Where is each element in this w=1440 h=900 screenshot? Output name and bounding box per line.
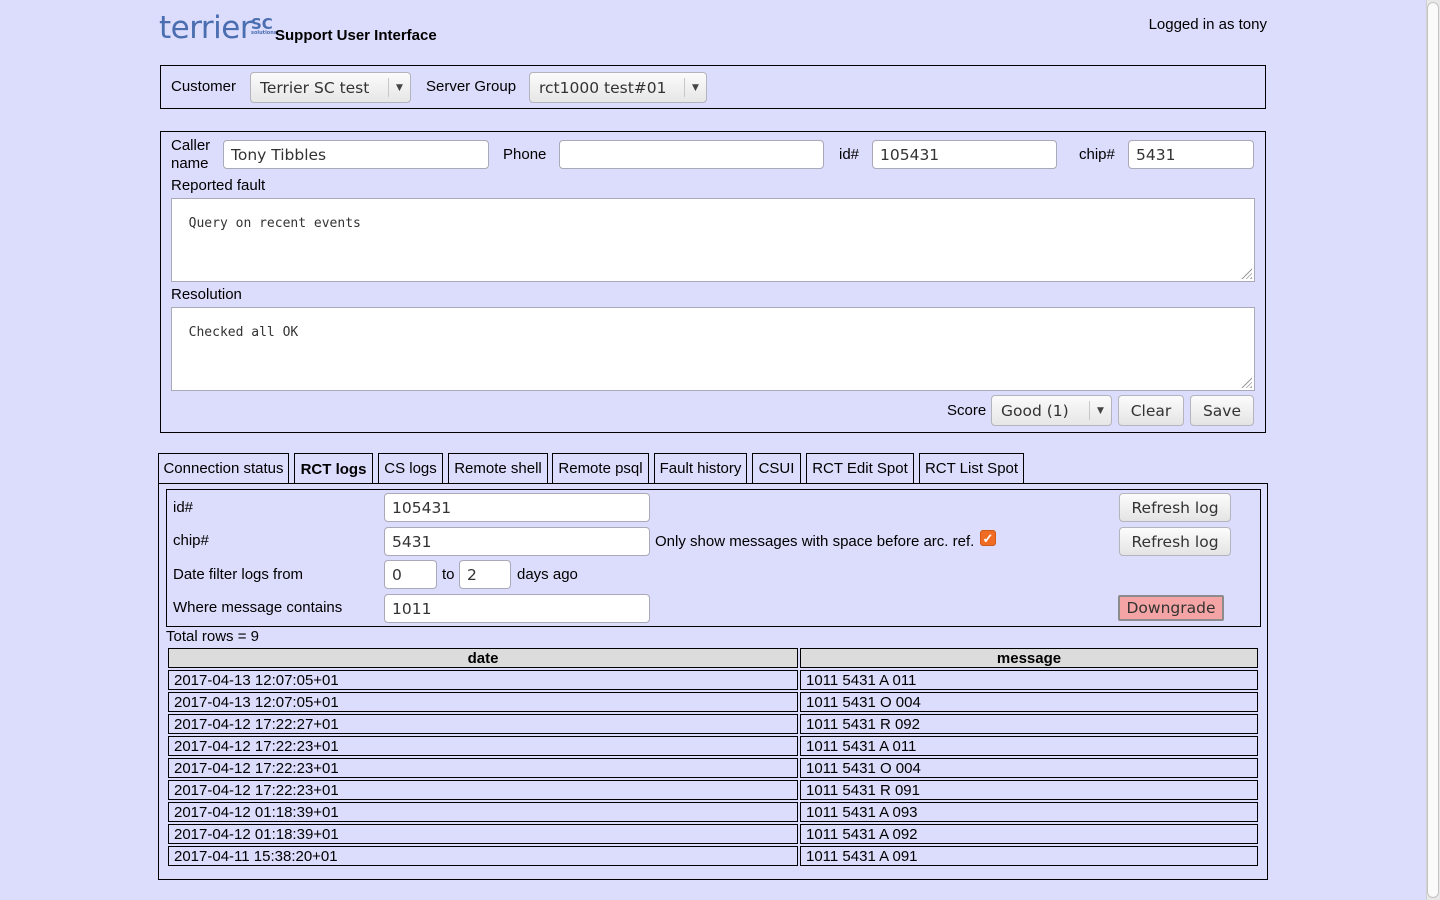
caller-name-label-line2: name (171, 155, 209, 172)
days-ago-label: days ago (517, 566, 578, 583)
only-show-label: Only show messages with space before arc… (655, 533, 975, 550)
date-filter-label: Date filter logs from (173, 566, 304, 583)
chip-label: chip# (1079, 146, 1115, 163)
cell-message: 1011 5431 O 004 (800, 692, 1258, 712)
cell-date: 2017-04-12 17:22:23+01 (168, 736, 798, 756)
score-label: Score (947, 402, 987, 419)
resize-grip-icon[interactable] (1241, 268, 1252, 279)
refresh-log-button-2[interactable]: Refresh log (1119, 527, 1231, 556)
table-row: 2017-04-13 12:07:05+01 1011 5431 A 011 (168, 670, 1258, 690)
customer-select-value: Terrier SC test (260, 78, 370, 97)
id-label: id# (839, 146, 860, 163)
log-table: date message 2017-04-13 12:07:05+01 1011 … (166, 646, 1260, 868)
app-title: Support User Interface (275, 27, 437, 44)
cell-date: 2017-04-12 17:22:23+01 (168, 758, 798, 778)
cell-message: 1011 5431 O 004 (800, 758, 1258, 778)
where-input[interactable]: 1011 (384, 594, 650, 623)
cell-date: 2017-04-13 12:07:05+01 (168, 670, 798, 690)
cell-message: 1011 5431 A 091 (800, 846, 1258, 866)
logged-in-status: Logged in as tony (1148, 16, 1267, 33)
date-from-input[interactable]: 0 (384, 560, 437, 589)
cell-message: 1011 5431 A 092 (800, 824, 1258, 844)
chevron-down-icon: ▼ (1089, 401, 1111, 420)
tab-connection-status[interactable]: Connection status (158, 453, 289, 483)
column-header-date: date (168, 648, 798, 668)
date-to-input[interactable]: 2 (459, 560, 511, 589)
score-select[interactable]: Good (1) ▼ (991, 395, 1112, 426)
caller-name-label: Caller name (171, 137, 210, 173)
id-input[interactable]: 105431 (872, 140, 1057, 169)
to-label: to (442, 566, 455, 583)
phone-input[interactable] (559, 140, 824, 169)
resize-grip-icon[interactable] (1241, 377, 1252, 388)
cell-date: 2017-04-13 12:07:05+01 (168, 692, 798, 712)
where-label: Where message contains (173, 599, 343, 616)
tab-remote-shell[interactable]: Remote shell (448, 453, 548, 483)
caller-name-input[interactable]: Tony Tibbles (223, 140, 489, 169)
table-row: 2017-04-13 12:07:05+01 1011 5431 O 004 (168, 692, 1258, 712)
log-id-label: id# (173, 499, 194, 516)
table-row: 2017-04-12 01:18:39+01 1011 5431 A 093 (168, 802, 1258, 822)
tab-fault-history[interactable]: Fault history (654, 453, 747, 483)
reported-fault-textarea[interactable]: Query on recent events (171, 198, 1255, 282)
tab-csui[interactable]: CSUI (752, 453, 801, 483)
resolution-text: Checked all OK (188, 325, 299, 340)
score-select-value: Good (1) (1001, 401, 1069, 420)
customer-label: Customer (171, 78, 237, 95)
tab-rct-edit-spot[interactable]: RCT Edit Spot (806, 453, 914, 483)
log-chip-label: chip# (173, 532, 209, 549)
server-group-select-value: rct1000 test#01 (539, 78, 667, 97)
cell-message: 1011 5431 A 011 (800, 670, 1258, 690)
log-table-header: date message (168, 648, 1258, 668)
cell-date: 2017-04-12 01:18:39+01 (168, 824, 798, 844)
reported-fault-label: Reported fault (171, 177, 266, 194)
table-row: 2017-04-12 01:18:39+01 1011 5431 A 092 (168, 824, 1258, 844)
cell-message: 1011 5431 A 011 (800, 736, 1258, 756)
checkmark-icon: ✓ (982, 530, 994, 546)
tab-cs-logs[interactable]: CS logs (378, 453, 443, 483)
server-group-label: Server Group (426, 78, 517, 95)
table-row: 2017-04-11 15:38:20+01 1011 5431 A 091 (168, 846, 1258, 866)
cell-date: 2017-04-12 17:22:23+01 (168, 780, 798, 800)
reported-fault-text: Query on recent events (188, 216, 361, 231)
log-chip-input[interactable]: 5431 (384, 527, 650, 556)
cell-date: 2017-04-12 01:18:39+01 (168, 802, 798, 822)
tab-rct-list-spot[interactable]: RCT List Spot (919, 453, 1024, 483)
table-row: 2017-04-12 17:22:23+01 1011 5431 R 091 (168, 780, 1258, 800)
cell-message: 1011 5431 R 091 (800, 780, 1258, 800)
table-row: 2017-04-12 17:22:23+01 1011 5431 O 004 (168, 758, 1258, 778)
downgrade-button[interactable]: Downgrade (1118, 595, 1224, 621)
chevron-down-icon: ▼ (388, 78, 410, 97)
refresh-log-button[interactable]: Refresh log (1119, 493, 1231, 522)
phone-label: Phone (503, 146, 547, 163)
resolution-textarea[interactable]: Checked all OK (171, 307, 1255, 391)
table-row: 2017-04-12 17:22:27+01 1011 5431 R 092 (168, 714, 1258, 734)
table-row: 2017-04-12 17:22:23+01 1011 5431 A 011 (168, 736, 1258, 756)
chip-input[interactable]: 5431 (1128, 140, 1254, 169)
tab-rct-logs[interactable]: RCT logs (294, 453, 373, 484)
clear-button[interactable]: Clear (1118, 395, 1184, 426)
chevron-down-icon: ▼ (684, 78, 706, 97)
cell-date: 2017-04-11 15:38:20+01 (168, 846, 798, 866)
logo-sc-mark: SC solutions (251, 17, 277, 37)
total-rows: Total rows = 9 (166, 628, 259, 645)
caller-name-label-line1: Caller (171, 137, 211, 154)
cell-message: 1011 5431 R 092 (800, 714, 1258, 734)
cell-message: 1011 5431 A 093 (800, 802, 1258, 822)
save-button[interactable]: Save (1190, 395, 1254, 426)
only-show-checkbox[interactable]: ✓ (980, 530, 996, 546)
terrier-logo: terrier (159, 10, 253, 46)
log-id-input[interactable]: 105431 (384, 493, 650, 522)
tab-remote-psql[interactable]: Remote psql (552, 453, 649, 483)
server-group-select[interactable]: rct1000 test#01 ▼ (529, 72, 707, 103)
cell-date: 2017-04-12 17:22:27+01 (168, 714, 798, 734)
customer-select[interactable]: Terrier SC test ▼ (250, 72, 411, 103)
scrollbar-thumb[interactable] (1427, 2, 1439, 898)
resolution-label: Resolution (171, 286, 242, 303)
logo-sc-subtext: solutions (251, 30, 277, 36)
column-header-message: message (800, 648, 1258, 668)
